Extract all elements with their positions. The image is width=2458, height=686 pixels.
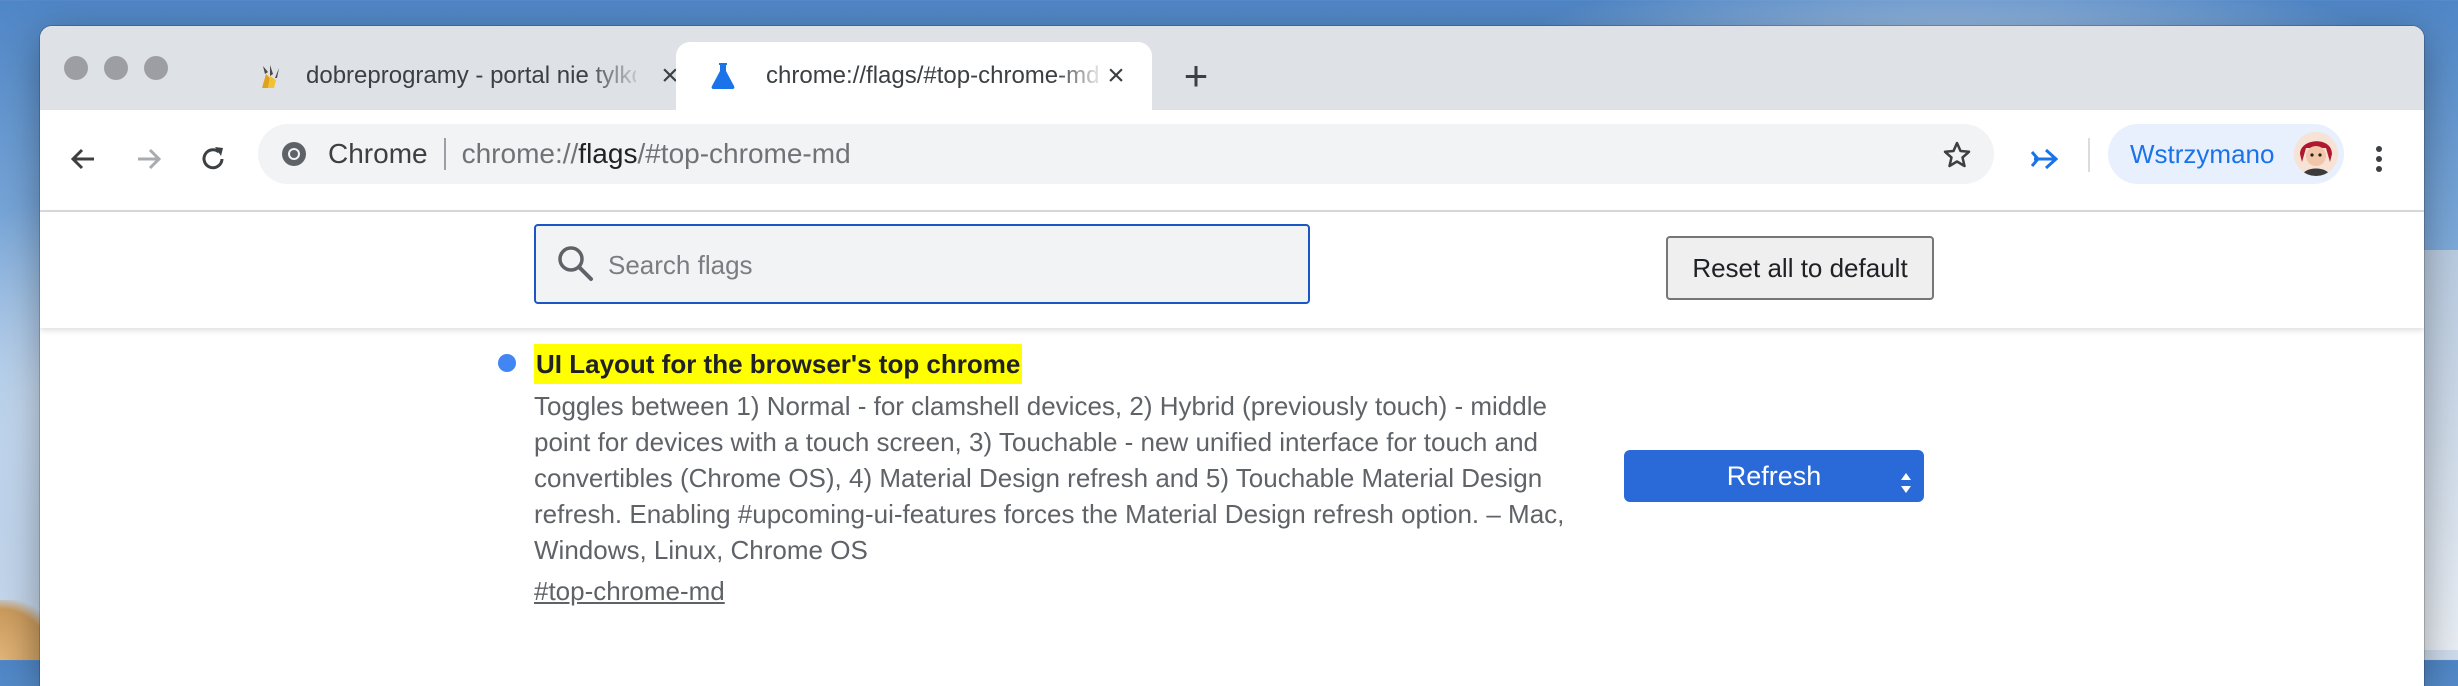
flag-description-line: Windows, Linux, Chrome OS — [534, 535, 868, 565]
menu-button[interactable] — [2354, 134, 2404, 184]
search-box — [534, 224, 1310, 304]
site-label: Chrome — [328, 138, 428, 169]
tab-title: chrome://flags/#top-chrome-md — [766, 62, 1100, 89]
flag-description-line: point for devices with a touch screen, 3… — [534, 427, 1538, 457]
flags-search-header: Reset all to default — [40, 212, 2424, 328]
profile-status-label: Wstrzymano — [2130, 138, 2275, 169]
url-path: /#top-chrome-md — [637, 138, 851, 169]
profile-button[interactable]: Wstrzymano — [2108, 124, 2344, 184]
search-flags-input[interactable] — [606, 226, 1290, 304]
send-to-device-button[interactable] — [2022, 134, 2072, 184]
send-arrow-icon — [2030, 148, 2059, 170]
browser-window: dobreprogramy - portal nie tylko o progr… — [40, 26, 2424, 686]
forward-arrow-icon — [138, 148, 162, 170]
avatar — [2294, 132, 2338, 176]
search-icon — [556, 244, 596, 284]
forward-button[interactable] — [124, 134, 174, 184]
selected-option-label: Refresh — [1726, 461, 1822, 491]
flag-title: UI Layout for the browser's top chrome — [534, 344, 1023, 384]
chrome-logo-icon — [280, 140, 308, 168]
close-window-button[interactable] — [64, 56, 88, 80]
back-arrow-icon — [70, 148, 94, 170]
minimize-window-button[interactable] — [104, 56, 128, 80]
tab-strip: dobreprogramy - portal nie tylko o progr… — [40, 26, 2424, 110]
select-arrows-icon — [1900, 462, 1912, 493]
url-scheme: chrome:// — [461, 138, 579, 169]
flag-permalink[interactable]: #top-chrome-md — [534, 576, 725, 607]
tab-title-fade — [1056, 58, 1106, 98]
tab-title-fade — [586, 58, 646, 98]
flask-icon — [708, 60, 738, 90]
reload-button[interactable] — [188, 134, 238, 184]
more-vertical-icon — [2376, 146, 2382, 172]
tab-chrome-flags[interactable]: chrome://flags/#top-chrome-md × — [676, 42, 1152, 110]
toolbar: Chrome chrome://flags/#top-chrome-md Wst… — [40, 110, 2424, 212]
star-bookmark-icon[interactable] — [1942, 140, 1972, 170]
reload-icon — [202, 147, 224, 170]
flag-modified-dot — [498, 354, 516, 372]
flag-description-line: refresh. Enabling #upcoming-ui-features … — [534, 499, 1565, 529]
new-tab-button[interactable]: + — [1176, 55, 1216, 97]
close-tab-icon[interactable]: × — [1102, 61, 1130, 91]
flag-description: Toggles between 1) Normal - for clamshel… — [534, 388, 1624, 568]
flag-description-line: Toggles between 1) Normal - for clamshel… — [534, 391, 1547, 421]
dobreprogramy-favicon — [256, 62, 284, 90]
flag-description-line: convertibles (Chrome OS), 4) Material De… — [534, 463, 1543, 493]
address-bar[interactable]: Chrome chrome://flags/#top-chrome-md — [258, 124, 1994, 184]
maximize-window-button[interactable] — [144, 56, 168, 80]
tab-dobreprogramy[interactable]: dobreprogramy - portal nie tylko o progr… — [216, 42, 706, 110]
flag-option-select[interactable]: Refresh — [1624, 450, 1924, 502]
reset-all-button[interactable]: Reset all to default — [1666, 236, 1934, 300]
url-host: flags — [578, 138, 638, 169]
toolbar-divider — [2088, 138, 2090, 172]
back-button[interactable] — [58, 134, 108, 184]
omnibox-divider — [443, 138, 446, 170]
